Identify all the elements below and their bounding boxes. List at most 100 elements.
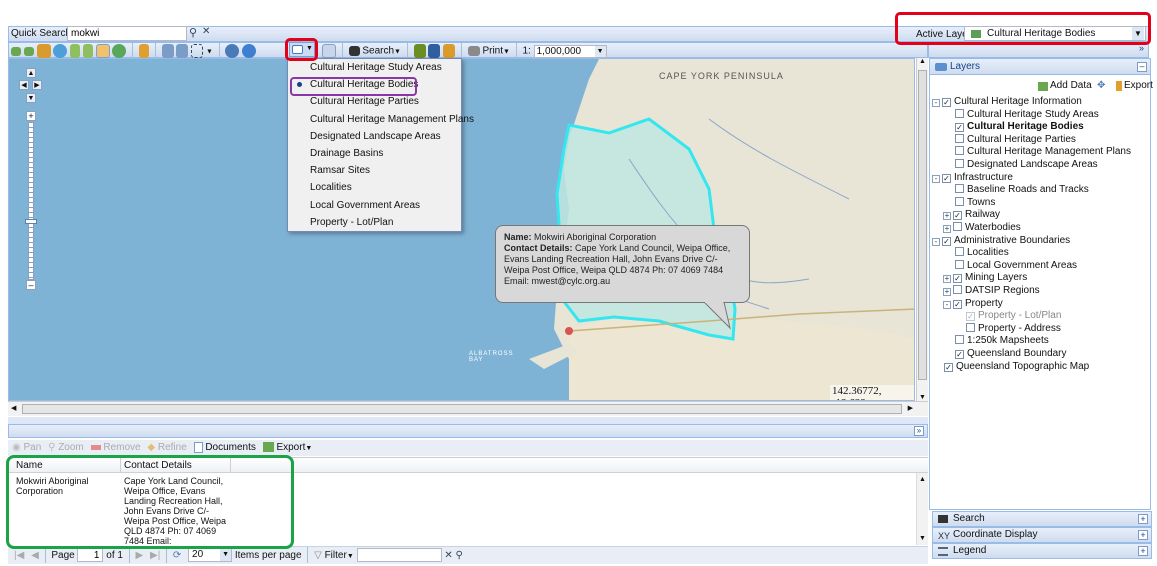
next-page-icon[interactable]: ▶ xyxy=(136,550,144,561)
menu-item[interactable]: Cultural Heritage Study Areas xyxy=(288,59,461,76)
tree-node[interactable]: ✓ Cultural Heritage Bodies xyxy=(943,121,1084,134)
tree-node[interactable]: Designated Landscape Areas xyxy=(943,159,1098,172)
remove-button[interactable]: Remove xyxy=(103,442,140,453)
refresh-icon[interactable] xyxy=(112,44,127,58)
menu-item[interactable]: Drainage Basins xyxy=(288,145,461,162)
menu-item[interactable]: Local Government Areas xyxy=(288,197,461,214)
collapse-node-icon[interactable]: - xyxy=(932,99,940,107)
tree-node[interactable]: ✓ Property - Lot/Plan xyxy=(954,310,1061,323)
layer-checkbox[interactable]: ✓ xyxy=(942,236,951,246)
menu-item[interactable]: Property - Lot/Plan xyxy=(288,214,461,231)
filter-input[interactable] xyxy=(356,548,442,563)
move-icon[interactable]: ✥ xyxy=(1097,78,1105,94)
layer-checkbox[interactable] xyxy=(955,184,964,194)
layer-checkbox[interactable] xyxy=(955,108,964,118)
expand-icon[interactable]: + xyxy=(1138,530,1148,540)
tree-node[interactable]: - ✓ Property xyxy=(943,298,1003,311)
layer-checkbox[interactable] xyxy=(955,159,964,168)
zoom-out-button[interactable]: – xyxy=(26,280,36,290)
layer-checkbox[interactable]: ✓ xyxy=(944,362,953,372)
pan-down-icon[interactable]: ▼ xyxy=(26,93,36,103)
clear-filter-icon[interactable]: ✕ xyxy=(444,550,452,561)
collapse-node-icon[interactable]: - xyxy=(943,300,951,309)
tree-node[interactable]: - ✓ Administrative Boundaries xyxy=(932,235,1070,248)
tree-node[interactable]: + DATSIP Regions xyxy=(943,285,1040,298)
binoculars-icon[interactable] xyxy=(348,46,360,56)
layers-stack-icon[interactable] xyxy=(428,44,441,58)
menu-item[interactable]: Cultural Heritage Management Plans xyxy=(288,111,474,128)
tree-node[interactable]: + ✓ Railway xyxy=(943,209,1000,222)
first-page-icon[interactable]: |◀ xyxy=(14,550,24,561)
chevron-down-icon[interactable]: ▼ xyxy=(206,49,213,56)
expand-icon[interactable]: + xyxy=(1138,514,1148,524)
collapse-node-icon[interactable]: - xyxy=(932,237,940,246)
tree-node[interactable]: Towns xyxy=(943,196,995,210)
tree-node[interactable]: ✓ Queensland Topographic Map xyxy=(932,361,1089,374)
tree-node[interactable]: + ✓ Mining Layers xyxy=(943,272,1027,285)
zoom-out-icon[interactable] xyxy=(82,44,93,58)
page-number-input[interactable] xyxy=(77,548,104,563)
print-menu-button[interactable]: Print xyxy=(482,46,503,57)
layer-checkbox[interactable]: ✓ xyxy=(953,299,962,309)
refine-button[interactable]: Refine xyxy=(158,442,187,453)
add-data-button[interactable]: Add Data xyxy=(1050,78,1092,94)
clear-search-icon[interactable]: ✕ xyxy=(202,26,210,37)
zoom-button[interactable]: Zoom xyxy=(58,442,84,453)
search-menu-button[interactable]: Search xyxy=(362,46,394,57)
pan-up-icon[interactable]: ▲ xyxy=(26,68,36,78)
tree-node[interactable]: + Waterbodies xyxy=(943,222,1021,235)
menu-item[interactable]: Localities xyxy=(288,179,461,196)
measure-area-icon[interactable] xyxy=(176,44,189,58)
quick-search-input[interactable] xyxy=(67,26,187,41)
layer-checkbox[interactable]: ✓ xyxy=(942,98,951,107)
layer-checkbox[interactable] xyxy=(953,285,962,294)
layer-checkbox[interactable] xyxy=(955,146,964,156)
layer-checkbox[interactable]: ✓ xyxy=(955,350,964,359)
tree-node[interactable]: - ✓ Infrastructure xyxy=(932,172,1013,185)
map-horizontal-scrollbar[interactable]: ◀ ▶ xyxy=(8,401,928,416)
home-icon[interactable] xyxy=(36,44,51,58)
filter-menu-button[interactable]: Filter xyxy=(325,550,347,561)
tree-node[interactable]: ✓ Queensland Boundary xyxy=(943,348,1067,361)
layer-checkbox[interactable] xyxy=(955,247,964,257)
results-splitter[interactable] xyxy=(8,417,928,424)
tree-node[interactable]: - ✓ Cultural Heritage Information xyxy=(932,96,1082,109)
zoom-slider-thumb[interactable] xyxy=(25,219,37,224)
scale-select[interactable]: 1,000,000 ▼ xyxy=(533,44,607,58)
export-layers-button[interactable]: Export xyxy=(1124,78,1153,94)
expand-icon[interactable]: + xyxy=(1138,546,1148,556)
expand-node-icon[interactable]: + xyxy=(943,275,951,284)
layer-checkbox[interactable]: ✓ xyxy=(953,274,962,284)
pan-hand-icon[interactable] xyxy=(95,44,110,58)
layer-checkbox[interactable]: ✓ xyxy=(966,312,975,322)
layer-checkbox[interactable] xyxy=(955,335,964,345)
accordion-search[interactable]: Search + xyxy=(932,511,1152,527)
export-button[interactable]: Export xyxy=(276,442,305,453)
map-vertical-scrollbar[interactable]: ▲ ▼ xyxy=(916,58,928,401)
expand-node-icon[interactable]: + xyxy=(943,212,951,221)
layer-checkbox[interactable]: ✓ xyxy=(942,173,951,183)
accordion-legend[interactable]: Legend + xyxy=(932,543,1152,559)
last-page-icon[interactable]: ▶| xyxy=(150,550,160,561)
printer-icon[interactable] xyxy=(467,46,480,56)
layer-checkbox[interactable]: ✓ xyxy=(953,211,962,221)
globe-icon[interactable] xyxy=(53,44,68,58)
menu-item[interactable]: Designated Landscape Areas xyxy=(288,128,461,145)
table-icon[interactable] xyxy=(322,44,336,58)
tree-node[interactable]: 1:250k Mapsheets xyxy=(943,335,1049,348)
collapse-node-icon[interactable]: - xyxy=(932,174,940,183)
expand-node-icon[interactable]: + xyxy=(943,225,951,233)
layer-checkbox[interactable] xyxy=(955,133,964,143)
documents-button[interactable]: Documents xyxy=(205,442,256,453)
menu-item[interactable]: Ramsar Sites xyxy=(288,162,461,179)
pan-left-icon[interactable]: ◀ xyxy=(19,80,29,90)
collapse-layers-icon[interactable]: – xyxy=(1137,62,1147,72)
tree-node[interactable]: Baseline Roads and Tracks xyxy=(943,184,1089,197)
accordion-coordinate-display[interactable]: XY Coordinate Display + xyxy=(932,527,1152,543)
pencil-icon[interactable] xyxy=(139,44,150,58)
search-go-icon[interactable]: ⚲ xyxy=(189,26,197,39)
measure-icon[interactable] xyxy=(161,44,174,58)
tree-node[interactable]: Cultural Heritage Study Areas xyxy=(943,108,1099,122)
filter-search-icon[interactable]: ⚲ xyxy=(455,550,462,561)
identify-icon[interactable] xyxy=(225,44,240,58)
